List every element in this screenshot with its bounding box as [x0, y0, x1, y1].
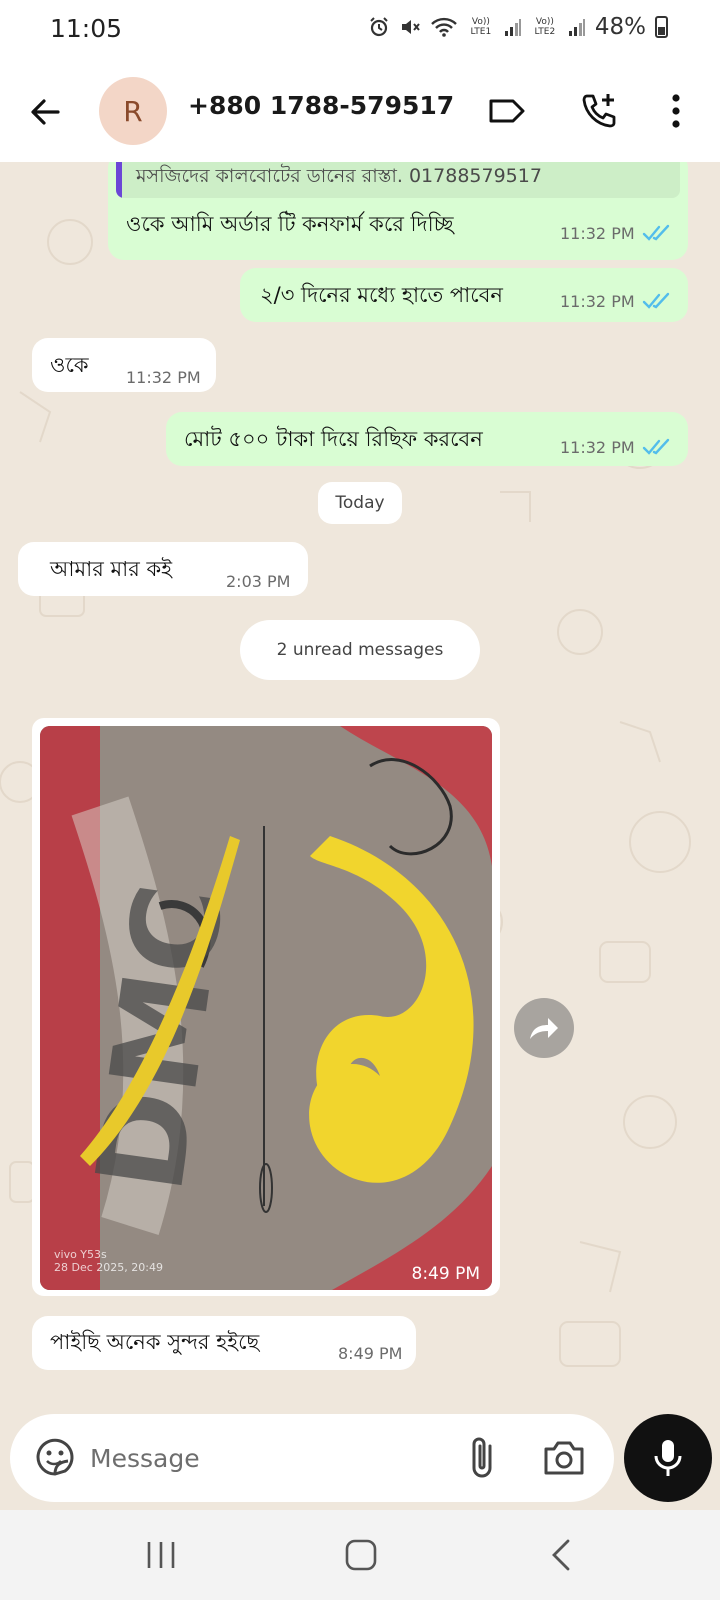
message-time: 11:32 PM	[126, 368, 201, 387]
back-button[interactable]	[24, 90, 68, 134]
message-incoming[interactable]: ওকে 11:32 PM	[32, 338, 216, 392]
message-text: ওকে	[50, 353, 89, 377]
message-incoming[interactable]: পাইছি অনেক সুন্দর হইছে 8:49 PM	[32, 1316, 416, 1370]
sticker-icon	[36, 1438, 74, 1476]
chevron-left-icon	[552, 1539, 570, 1571]
unread-messages-chip: 2 unread messages	[240, 620, 480, 680]
status-bar: 11:05 Vo)) LTE1 Vo)) LTE2 48%	[0, 0, 720, 62]
add-call-icon	[582, 94, 616, 128]
message-incoming[interactable]: আমার মার কই 2:03 PM	[18, 542, 308, 596]
status-icons: Vo)) LTE1 Vo)) LTE2 48%	[368, 14, 668, 40]
sim2-label: Vo)) LTE2	[534, 17, 556, 37]
message-text: পাইছি অনেক সুন্দর হইছে	[50, 1330, 260, 1354]
camera-button[interactable]	[540, 1434, 588, 1482]
attach-button[interactable]	[462, 1434, 506, 1482]
message-text: ২/৩ দিনের মধ্যে হাতে পাবেন	[260, 283, 503, 307]
photo-rulers-image: DMC	[40, 726, 492, 1290]
battery-icon	[655, 16, 668, 38]
message-time: 8:49 PM	[411, 1264, 481, 1284]
mic-icon	[654, 1440, 682, 1476]
sim1-label: Vo)) LTE1	[470, 17, 492, 37]
forward-icon	[530, 1018, 558, 1039]
quote-text: মসজিদের কালবোটের ডানের রাস্তা. 017885795…	[136, 165, 542, 187]
alarm-icon	[368, 16, 390, 38]
label-button[interactable]	[484, 88, 530, 134]
read-ticks-icon	[642, 438, 670, 455]
wifi-icon	[430, 16, 458, 38]
mute-icon	[399, 16, 421, 38]
home-icon	[345, 1539, 377, 1571]
message-time: 2:03 PM	[226, 572, 291, 591]
composer-pill	[10, 1414, 614, 1502]
add-call-button[interactable]	[576, 88, 622, 134]
sticker-button[interactable]	[32, 1434, 78, 1480]
message-outgoing[interactable]: ২/৩ দিনের মধ্যে হাতে পাবেন 11:32 PM	[240, 268, 688, 322]
watermark-date: 28 Dec 2025, 20:49	[54, 1261, 163, 1274]
message-text: আমার মার কই	[50, 557, 173, 581]
message-time: 8:49 PM	[338, 1344, 403, 1363]
avatar[interactable]: R	[99, 77, 167, 145]
recents-icon	[147, 1542, 175, 1568]
camera-icon	[544, 1441, 584, 1475]
quote-bar	[116, 162, 122, 198]
back-nav-button[interactable]	[536, 1532, 586, 1578]
forward-button[interactable]	[514, 998, 574, 1058]
read-ticks-icon	[642, 292, 670, 309]
system-nav-bar	[0, 1510, 720, 1600]
read-ticks-icon	[642, 224, 670, 241]
mic-button[interactable]	[624, 1414, 712, 1502]
message-time: 11:32 PM	[560, 438, 635, 457]
message-input[interactable]	[90, 1436, 410, 1480]
watermark-device: vivo Y53s	[54, 1248, 107, 1261]
home-button[interactable]	[336, 1532, 386, 1578]
quoted-message[interactable]: মসজিদের কালবোটের ডানের রাস্তা. 017885795…	[116, 162, 680, 198]
paperclip-icon	[472, 1437, 492, 1478]
message-outgoing[interactable]: মোট ৫০০ টাকা দিয়ে রিছিফ করবেন 11:32 PM	[166, 412, 688, 466]
message-outgoing[interactable]: মসজিদের কালবোটের ডানের রাস্তা. 017885795…	[108, 162, 688, 260]
message-text: ওকে আমি অর্ডার টি কনফার্ম করে দিচ্ছি	[126, 212, 454, 236]
contact-name[interactable]: +880 1788-579517	[188, 91, 454, 120]
message-time: 11:32 PM	[560, 292, 635, 311]
label-icon	[489, 99, 525, 123]
battery-percent: 48%	[594, 14, 646, 40]
photo-watermark: vivo Y53s 28 Dec 2025, 20:49	[54, 1248, 163, 1274]
image-message[interactable]: DMC vivo Y53s 28 Dec 2025, 20:49 8:49 PM	[40, 726, 492, 1290]
menu-button[interactable]	[656, 88, 696, 134]
message-text: মোট ৫০০ টাকা দিয়ে রিছিফ করবেন	[184, 427, 483, 451]
more-vert-icon	[672, 94, 680, 128]
composer-bar	[0, 1412, 720, 1510]
signal-icon	[504, 17, 522, 37]
date-chip: Today	[318, 482, 402, 524]
signal-icon	[568, 17, 586, 37]
status-time: 11:05	[50, 14, 123, 43]
chat-area[interactable]: মসজিদের কালবোটের ডানের রাস্তা. 017885795…	[0, 162, 720, 1412]
arrow-left-icon	[31, 99, 60, 125]
recents-button[interactable]	[136, 1532, 186, 1578]
chat-header: R +880 1788-579517	[0, 62, 720, 162]
message-time: 11:32 PM	[560, 224, 635, 243]
